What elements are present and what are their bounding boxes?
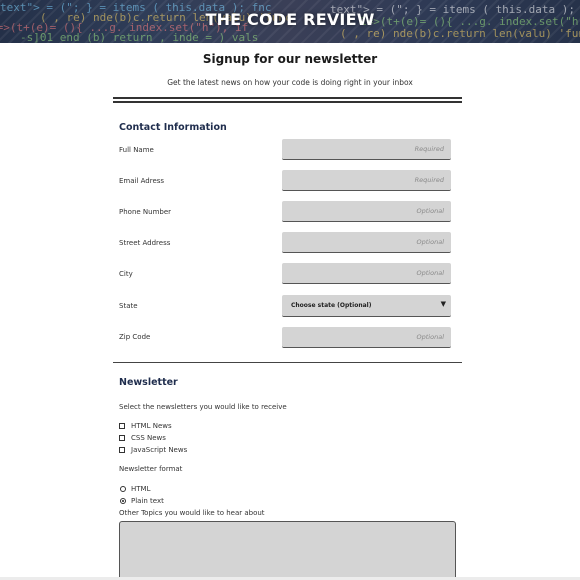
street-address-field[interactable] — [282, 232, 451, 253]
phone-field[interactable] — [282, 201, 451, 222]
email-label: Email Adress — [119, 177, 165, 185]
header-banner: text"> = ("; } = items ( this.data ); fn… — [0, 0, 580, 43]
format-option-html[interactable]: HTML — [120, 484, 150, 494]
newsletter-option-javascript[interactable]: JavaScript News — [119, 445, 187, 455]
full-name-field[interactable] — [282, 139, 451, 160]
page-title: Signup for our newsletter — [202, 52, 378, 66]
phone-label: Phone Number — [119, 208, 172, 216]
street-address-label: Street Address — [119, 239, 171, 247]
other-topics-label: Other Topics you would like to hear abou… — [119, 509, 265, 517]
html-news-label: HTML News — [131, 422, 172, 430]
html-news-checkbox[interactable] — [119, 423, 125, 429]
header-divider — [113, 101, 462, 103]
city-label: City — [119, 270, 133, 278]
javascript-news-checkbox[interactable] — [119, 447, 125, 453]
header-divider — [113, 97, 462, 99]
newsletter-option-html[interactable]: HTML News — [119, 421, 172, 431]
newsletter-option-css[interactable]: CSS News — [119, 433, 166, 443]
newsletter-prompt: Select the newsletters you would like to… — [119, 403, 287, 411]
css-news-checkbox[interactable] — [119, 435, 125, 441]
page-subtitle: Get the latest news on how your code is … — [167, 78, 413, 87]
plain-text-format-label: Plain text — [131, 497, 164, 505]
html-format-radio[interactable] — [120, 486, 126, 492]
state-select[interactable]: Choose state (Optional) ▼ — [282, 295, 451, 317]
plain-text-format-radio[interactable] — [120, 498, 126, 504]
dropdown-arrow-icon: ▼ — [440, 300, 446, 308]
city-field[interactable] — [282, 263, 451, 284]
zip-code-field[interactable] — [282, 327, 451, 348]
site-title: THE CODE REVIEW — [205, 10, 375, 29]
email-field[interactable] — [282, 170, 451, 191]
newsletter-format-label: Newsletter format — [119, 465, 183, 473]
other-topics-textarea[interactable] — [119, 521, 456, 580]
javascript-news-label: JavaScript News — [131, 446, 188, 454]
format-option-plain-text[interactable]: Plain text — [120, 496, 164, 506]
contact-section-heading: Contact Information — [119, 122, 227, 133]
state-label: State — [119, 302, 138, 310]
full-name-label: Full Name — [119, 146, 154, 154]
css-news-label: CSS News — [131, 434, 166, 442]
html-format-label: HTML — [131, 485, 151, 493]
section-divider — [113, 362, 462, 363]
state-selected-value: Choose state (Optional) — [291, 302, 372, 309]
newsletter-section-heading: Newsletter — [119, 377, 178, 388]
zip-code-label: Zip Code — [119, 333, 151, 341]
